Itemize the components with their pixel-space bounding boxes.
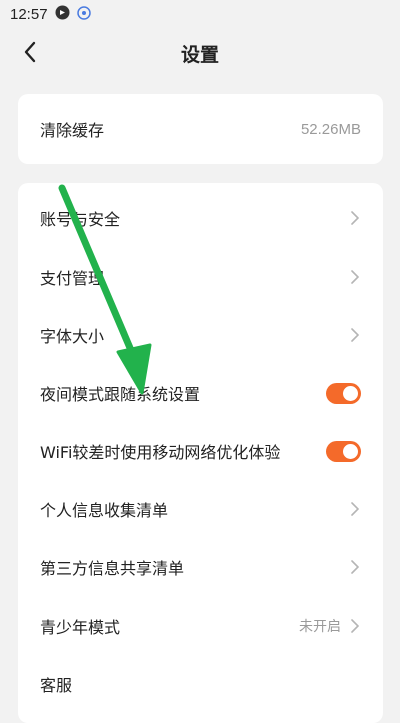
toggle-knob: [343, 443, 358, 459]
row-label: 账号与安全: [40, 210, 121, 229]
status-time: 12:57: [10, 5, 48, 23]
settings-row-night-mode: 夜间模式跟随系统设置: [18, 364, 383, 422]
cache-card: 清除缓存 52.26MB: [18, 94, 383, 164]
row-label: WiFi较差时使用移动网络优化体验: [40, 443, 281, 462]
row-label: 支付管理: [40, 269, 105, 288]
app-notification-icon: [76, 5, 91, 24]
settings-row-wifi-optimize: WiFi较差时使用移动网络优化体验: [18, 422, 383, 480]
toggle-knob: [343, 385, 358, 401]
chevron-right-icon: [349, 327, 361, 343]
clear-cache-label: 清除缓存: [40, 121, 105, 140]
chevron-right-icon: [349, 618, 361, 634]
row-label: 第三方信息共享清单: [40, 559, 185, 578]
row-label: 青少年模式: [40, 618, 121, 637]
settings-list-card: 账号与安全 支付管理 字体大小 夜间模式跟随系统设置 WiFi较差时使用移动网络…: [18, 183, 383, 723]
clear-cache-row[interactable]: 清除缓存 52.26MB: [18, 100, 383, 158]
chevron-right-icon: [349, 501, 361, 517]
settings-row-teen-mode[interactable]: 青少年模式 未开启: [18, 597, 383, 655]
row-label: 个人信息收集清单: [40, 501, 169, 520]
row-label: 夜间模式跟随系统设置: [40, 385, 201, 404]
chevron-right-icon: [349, 269, 361, 285]
wifi-optimize-toggle[interactable]: [326, 440, 361, 462]
page-title: 设置: [180, 44, 219, 66]
nav-bar: 设置: [0, 30, 400, 74]
settings-row-payment[interactable]: 支付管理: [18, 248, 383, 306]
settings-row-font-size[interactable]: 字体大小: [18, 306, 383, 364]
settings-row-customer-service[interactable]: 客服: [18, 655, 383, 713]
settings-row-account-security[interactable]: 账号与安全: [18, 189, 383, 247]
status-bar: 12:57: [0, 0, 400, 28]
settings-row-personal-info-list[interactable]: 个人信息收集清单: [18, 480, 383, 538]
cache-size-value: 52.26MB: [300, 120, 361, 138]
chevron-right-icon: [349, 559, 361, 575]
message-bubble-icon: [55, 5, 70, 24]
teen-mode-status: 未开启: [299, 619, 341, 635]
chevron-right-icon: [349, 210, 361, 226]
row-label: 客服: [40, 676, 73, 695]
settings-row-third-party-sharing[interactable]: 第三方信息共享清单: [18, 538, 383, 596]
night-mode-toggle[interactable]: [326, 382, 361, 404]
row-label: 字体大小: [40, 327, 105, 346]
